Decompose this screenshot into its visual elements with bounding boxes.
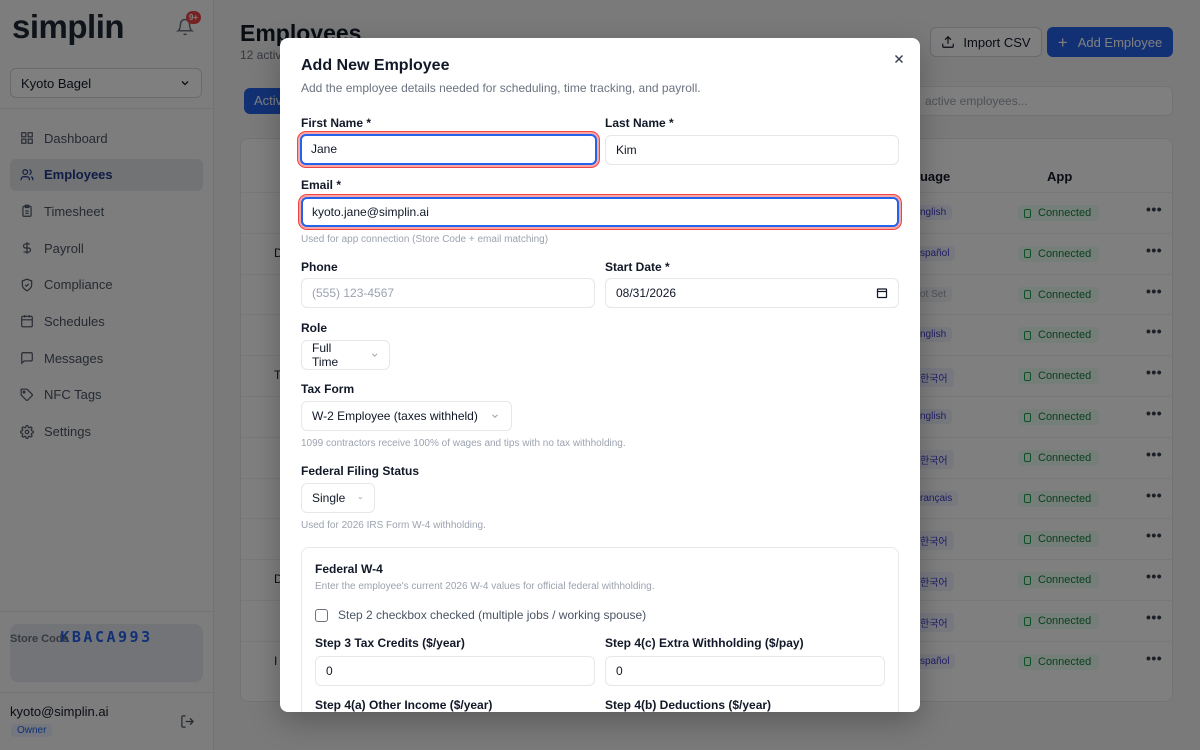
chevron-down-icon (371, 353, 378, 357)
chevron-down-icon (358, 496, 363, 500)
filing-status-select[interactable]: Single (301, 483, 375, 513)
filing-status-value: Single (312, 491, 346, 505)
calendar-picker-icon[interactable] (876, 287, 888, 299)
modal-title: Add New Employee (301, 57, 450, 74)
filing-status-label: Federal Filing Status (301, 464, 420, 478)
step2-checkbox-label[interactable]: Step 2 checkbox checked (multiple jobs /… (338, 608, 646, 622)
step4a-label: Step 4(a) Other Income ($/year) (315, 698, 493, 712)
step3-label: Step 3 Tax Credits ($/year) (315, 636, 465, 650)
w4-title: Federal W-4 (315, 562, 383, 576)
modal-description: Add the employee details needed for sche… (301, 81, 701, 95)
chevron-down-icon (491, 414, 498, 418)
email-hint: Used for app connection (Store Code + em… (301, 234, 549, 245)
email-label: Email * (301, 178, 342, 192)
tax-form-value: W-2 Employee (taxes withheld) (312, 409, 478, 423)
phone-field[interactable]: (555) 123-4567 (301, 278, 595, 308)
start-date-label: Start Date * (605, 260, 670, 274)
step4c-field[interactable]: 0 (605, 656, 885, 686)
step4c-label: Step 4(c) Extra Withholding ($/pay) (605, 636, 804, 650)
start-date-field[interactable]: 08/31/2026 (605, 278, 899, 308)
first-name-label: First Name * (301, 116, 372, 130)
step4b-label: Step 4(b) Deductions ($/year) (605, 698, 772, 712)
role-value: Full Time (312, 341, 339, 369)
role-select[interactable]: Full Time (301, 340, 390, 370)
phone-label: Phone (301, 260, 338, 274)
w4-description: Enter the employee's current 2026 W-4 va… (315, 581, 655, 592)
tax-form-label: Tax Form (301, 382, 355, 396)
start-date-value: 08/31/2026 (616, 286, 677, 300)
first-name-field[interactable]: Jane (300, 134, 597, 165)
step3-field[interactable]: 0 (315, 656, 595, 686)
filing-status-hint: Used for 2026 IRS Form W-4 withholding. (301, 520, 486, 531)
add-employee-modal: Add New Employee Add the employee detail… (280, 38, 920, 712)
last-name-field[interactable]: Kim (605, 135, 899, 165)
w4-section (301, 547, 899, 712)
step2-checkbox[interactable] (315, 609, 328, 622)
last-name-label: Last Name * (605, 116, 674, 130)
tax-form-select[interactable]: W-2 Employee (taxes withheld) (301, 401, 512, 431)
email-field[interactable]: kyoto.jane@simplin.ai (301, 197, 899, 227)
tax-form-hint: 1099 contractors receive 100% of wages a… (301, 438, 626, 449)
close-icon[interactable] (892, 52, 906, 66)
role-label: Role (301, 321, 328, 335)
